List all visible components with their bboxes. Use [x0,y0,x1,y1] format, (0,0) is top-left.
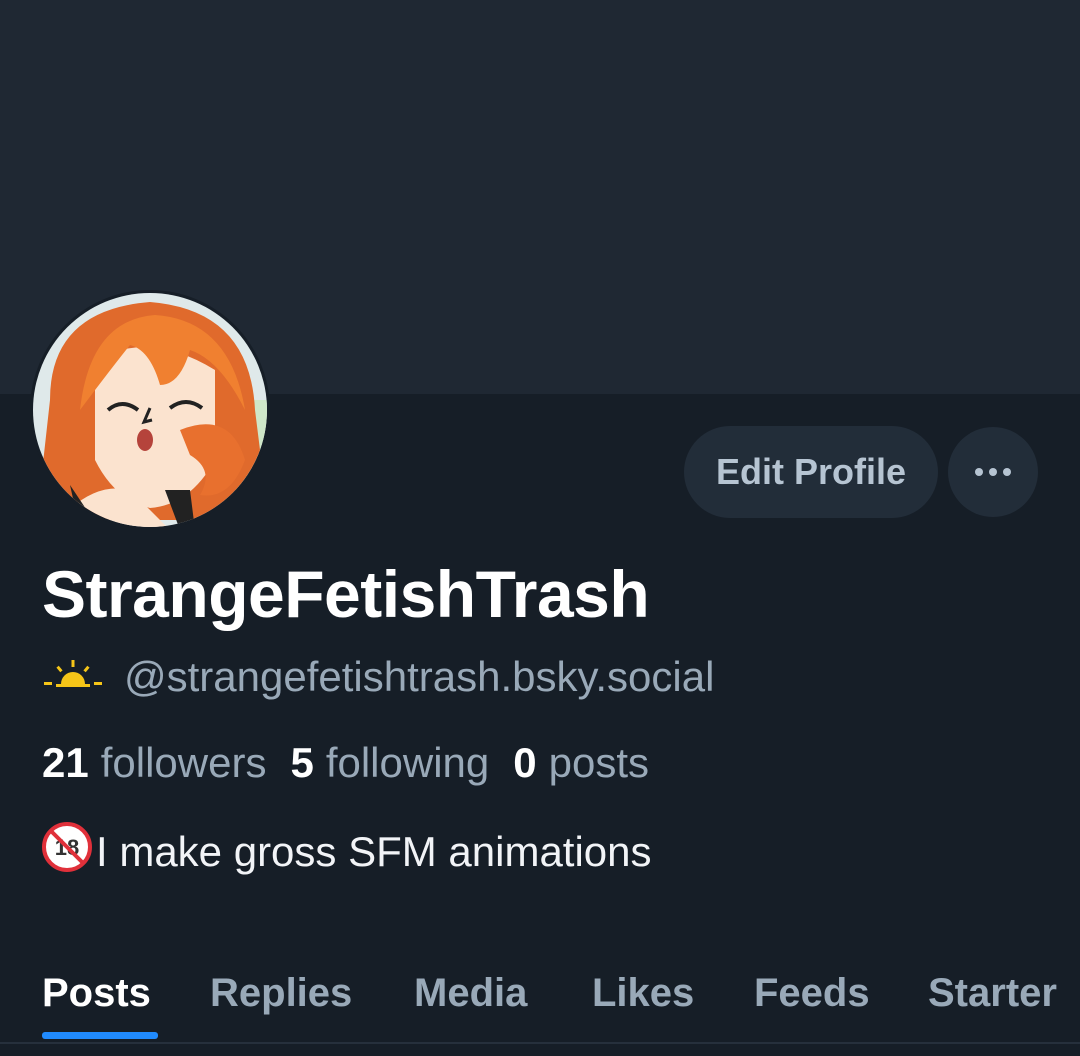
posts-count: 0 [513,739,537,786]
no-under-18-icon: 18 [42,822,92,882]
following-count[interactable]: 5 [290,739,313,787]
tab-starter[interactable]: Starter [928,944,1057,1042]
following-label[interactable]: following [326,739,489,787]
more-options-button[interactable] [948,427,1038,517]
bio-text: I make gross SFM animations [96,828,652,875]
bio: 18 I make gross SFM animations [42,822,652,882]
sunrise-icon [44,659,102,695]
handle[interactable]: @strangefetishtrash.bsky.social [124,653,714,701]
profile-stats: 21 followers 5 following 0 posts [42,735,673,791]
active-tab-indicator [42,1032,158,1039]
followers-count[interactable]: 21 [42,739,89,787]
posts-label: posts [548,739,649,786]
tab-likes[interactable]: Likes [592,944,694,1042]
tab-media[interactable]: Media [414,944,527,1042]
tab-feeds[interactable]: Feeds [754,944,870,1042]
display-name: StrangeFetishTrash [42,557,650,631]
tab-posts[interactable]: Posts [42,944,151,1042]
tab-replies[interactable]: Replies [210,944,352,1042]
profile-tabs: Posts Replies Media Likes Feeds Starter [0,944,1080,1044]
avatar[interactable] [30,290,270,530]
handle-row: @strangefetishtrash.bsky.social [44,650,714,704]
more-horizontal-icon [975,468,1011,476]
edit-profile-button[interactable]: Edit Profile [684,426,938,518]
followers-label[interactable]: followers [101,739,267,787]
